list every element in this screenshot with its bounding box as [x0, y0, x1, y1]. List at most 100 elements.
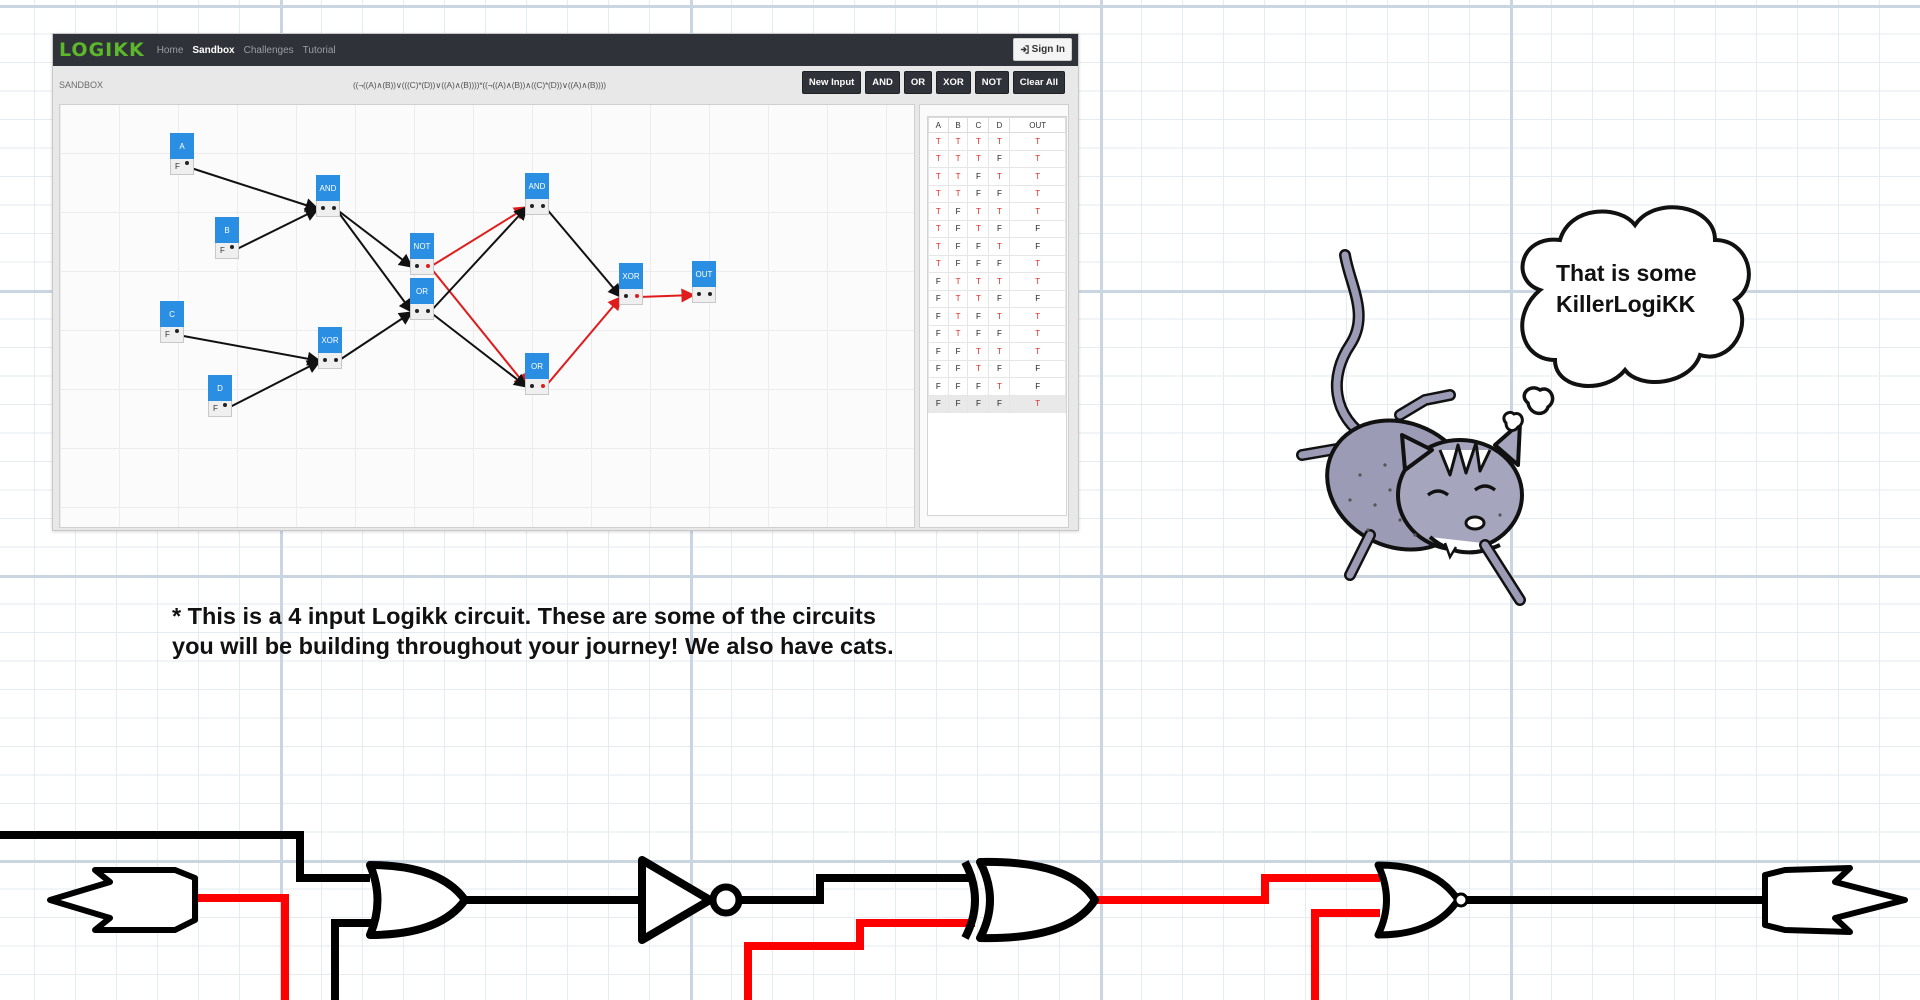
wire-and1-to-or1[interactable]: [335, 208, 413, 314]
output-port-dot[interactable]: [332, 206, 336, 210]
gate-node-port[interactable]: [525, 199, 549, 215]
add-and-button[interactable]: AND: [865, 71, 900, 94]
truth-cell: T: [988, 132, 1011, 151]
gate-node-port[interactable]: [619, 289, 643, 305]
input-value[interactable]: F: [220, 246, 225, 255]
output-port-dot[interactable]: [334, 358, 338, 362]
truth-cell: T: [1009, 167, 1066, 186]
truth-cell: F: [988, 149, 1011, 168]
truth-cell: T: [1009, 184, 1066, 203]
gate-node-or2[interactable]: OR: [525, 353, 549, 395]
clear-all-button[interactable]: Clear All: [1012, 71, 1065, 94]
input-port-dot[interactable]: [697, 292, 701, 296]
wire-or1-to-or2[interactable]: [429, 311, 529, 388]
gate-node-or1[interactable]: OR: [410, 278, 434, 320]
nav-tutorial[interactable]: Tutorial: [303, 45, 336, 56]
gate-node-c[interactable]: CF: [160, 301, 184, 343]
wire-or1-to-and2[interactable]: [429, 205, 528, 313]
gate-node-port[interactable]: [692, 287, 716, 303]
gate-node-port[interactable]: [410, 304, 434, 320]
wire-or2-to-xor2[interactable]: [544, 295, 622, 388]
gate-node-and2[interactable]: AND: [525, 173, 549, 215]
output-port-dot[interactable]: [708, 292, 712, 296]
gate-node-and1[interactable]: AND: [316, 175, 340, 217]
output-port-dot[interactable]: [230, 245, 234, 249]
gate-node-a[interactable]: AF: [170, 133, 194, 175]
wire-d-to-xor1[interactable]: [225, 360, 322, 410]
add-xor-button[interactable]: XOR: [936, 71, 971, 94]
logikk-logo[interactable]: LOGIKK: [59, 39, 145, 61]
wire-and2-to-xor2[interactable]: [544, 206, 622, 299]
output-port-dot[interactable]: [426, 309, 430, 313]
wire-not1-to-and2[interactable]: [429, 206, 529, 268]
gate-node-port[interactable]: [318, 353, 342, 369]
wire-red-left: [195, 894, 289, 1000]
gate-node-port[interactable]: [316, 201, 340, 217]
output-port-dot[interactable]: [635, 294, 639, 298]
wire-xor1-to-or1[interactable]: [337, 311, 414, 362]
truth-cell: F: [967, 394, 990, 413]
output-port-dot[interactable]: [185, 161, 189, 165]
input-port-dot[interactable]: [415, 264, 419, 268]
truth-cell: F: [928, 394, 949, 413]
gate-node-port[interactable]: F: [170, 159, 194, 175]
input-port-dot[interactable]: [323, 358, 327, 362]
gate-node-port[interactable]: [525, 379, 549, 395]
gate-node-b[interactable]: BF: [215, 217, 239, 259]
wire-a-to-and1[interactable]: [187, 166, 320, 212]
truth-cell: F: [988, 289, 1011, 308]
wire-b-to-and1[interactable]: [232, 208, 320, 252]
truth-cell: F: [988, 184, 1011, 203]
truth-cell: F: [928, 359, 949, 378]
output-port-dot[interactable]: [175, 329, 179, 333]
truth-cell: F: [1009, 359, 1066, 378]
output-port-dot[interactable]: [541, 384, 545, 388]
truth-cell: T: [967, 132, 990, 151]
input-port-dot[interactable]: [530, 204, 534, 208]
nav-home[interactable]: Home: [157, 45, 184, 56]
input-port-dot[interactable]: [624, 294, 628, 298]
output-port-dot[interactable]: [426, 264, 430, 268]
new-input-button[interactable]: New Input: [801, 71, 862, 94]
gate-node-not1[interactable]: NOT: [410, 233, 434, 275]
input-value[interactable]: F: [165, 330, 170, 339]
truth-cell: F: [1009, 237, 1066, 256]
gate-node-xor2[interactable]: XOR: [619, 263, 643, 305]
circuit-caption: * This is a 4 input Logikk circuit. Thes…: [172, 601, 932, 661]
output-port-dot[interactable]: [541, 204, 545, 208]
table-row: FFTTT: [928, 342, 1066, 361]
add-or-button[interactable]: OR: [903, 71, 933, 94]
gate-node-d[interactable]: DF: [208, 375, 232, 417]
output-port-dot[interactable]: [223, 403, 227, 407]
wire-not-to-xor: [740, 874, 970, 904]
caption-line-2: you will be building throughout your jou…: [172, 633, 894, 659]
input-port-dot[interactable]: [415, 309, 419, 313]
nav-sandbox[interactable]: Sandbox: [192, 45, 234, 56]
gate-node-xor1[interactable]: XOR: [318, 327, 342, 369]
truth-cell: T: [967, 219, 990, 238]
thought-bubble-icon: [1502, 205, 1751, 432]
truth-cell: F: [967, 184, 990, 203]
wire-not1-to-or2[interactable]: [429, 266, 528, 389]
input-port-dot[interactable]: [321, 206, 325, 210]
gate-node-port[interactable]: [410, 259, 434, 275]
gate-node-port[interactable]: F: [215, 243, 239, 259]
sign-in-button[interactable]: Sign In: [1012, 38, 1072, 61]
truth-table-frame: A B C D OUT TTTTTTTTFTTTFTTTTFFTTFTTTTFTFFTF…: [927, 116, 1067, 516]
gate-node-port[interactable]: F: [160, 327, 184, 343]
wire-and1-to-not1[interactable]: [335, 208, 414, 268]
add-not-button[interactable]: NOT: [974, 71, 1009, 94]
gate-node-out[interactable]: OUT: [692, 261, 716, 303]
input-value[interactable]: F: [175, 162, 180, 171]
wire-xor2-to-out[interactable]: [638, 288, 696, 303]
gate-node-port[interactable]: F: [208, 401, 232, 417]
circuit-canvas[interactable]: A F B F C F D F AND XOR NOT OR AND OR XOR OUT: [59, 104, 915, 528]
input-port-dot[interactable]: [530, 384, 534, 388]
input-value[interactable]: F: [213, 404, 218, 413]
caption-line-1: * This is a 4 input Logikk circuit. Thes…: [172, 603, 876, 629]
nav-challenges[interactable]: Challenges: [244, 45, 294, 56]
table-row: TFFTF: [928, 237, 1066, 256]
thought-line-1: That is some: [1556, 260, 1697, 286]
thought-dot-small: [1502, 410, 1524, 432]
wire-c-to-xor1[interactable]: [177, 334, 322, 366]
